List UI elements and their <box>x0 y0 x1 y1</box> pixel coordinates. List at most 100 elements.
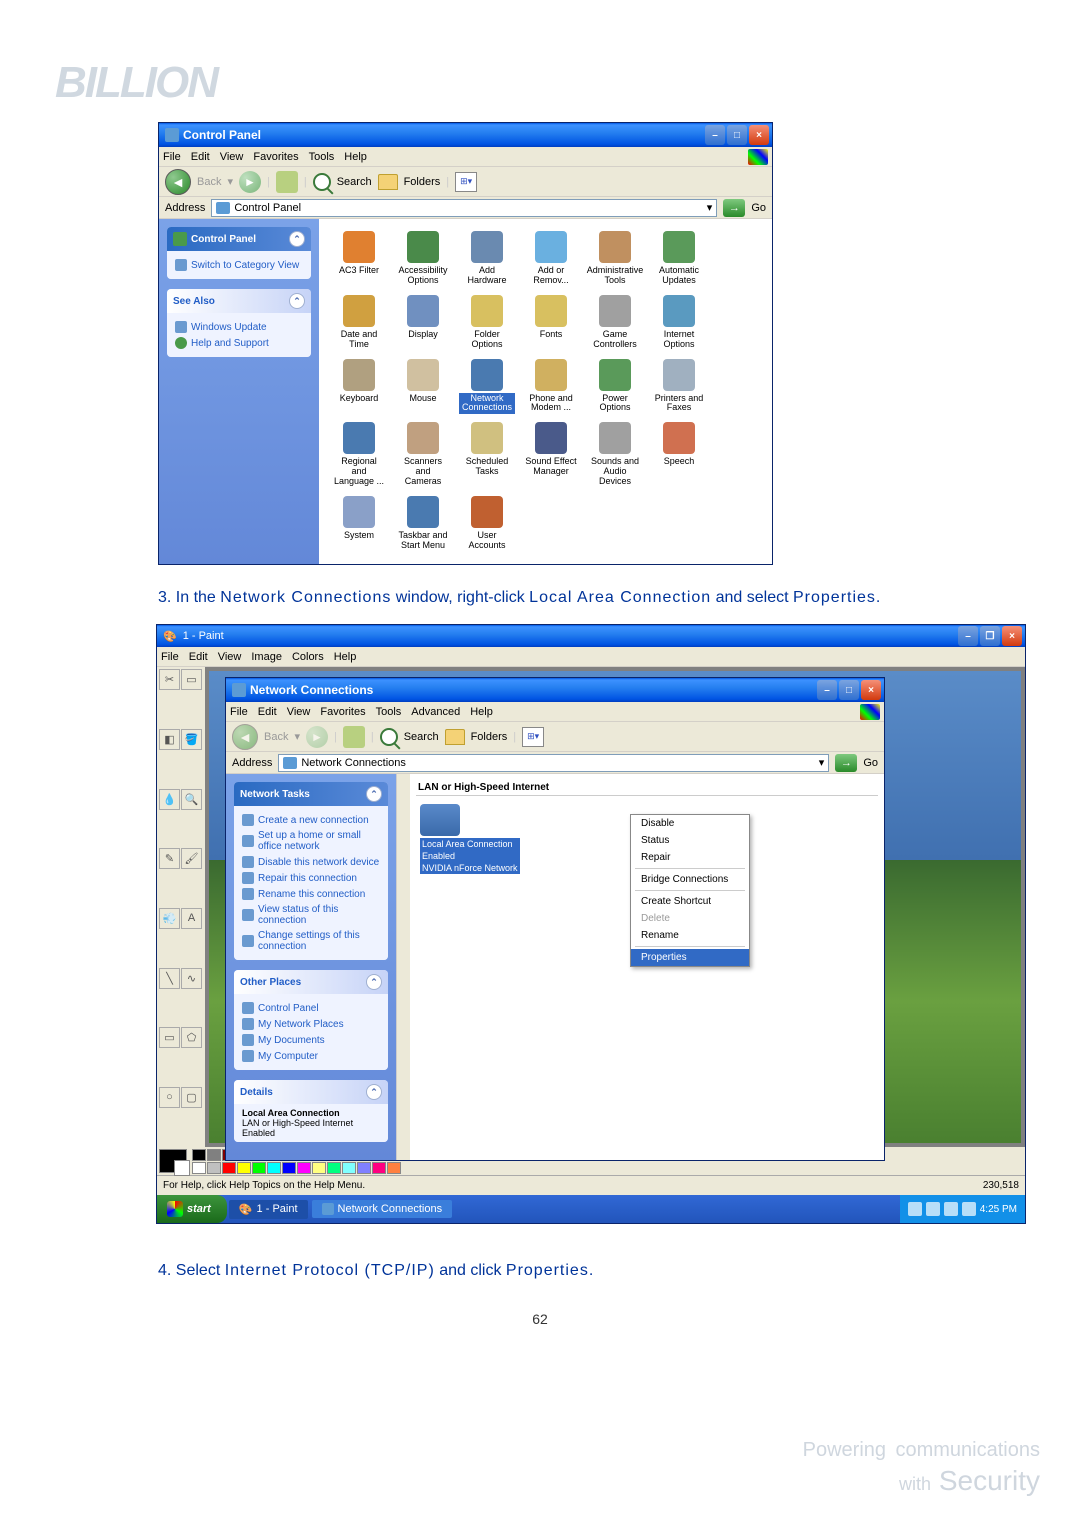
eraser-tool[interactable]: ◧ <box>159 729 180 750</box>
palette-color[interactable] <box>237 1162 251 1174</box>
task-link[interactable]: View status of this connection <box>242 902 380 928</box>
other-places-header[interactable]: Other Places ⌃ <box>234 970 388 994</box>
tray-icon[interactable] <box>926 1202 940 1216</box>
go-label[interactable]: Go <box>863 757 878 769</box>
menu-colors[interactable]: Colors <box>292 651 324 663</box>
select-tool[interactable]: ▭ <box>181 669 202 690</box>
collapse-icon[interactable]: ⌃ <box>289 293 305 309</box>
cp-item-keyboard[interactable]: Keyboard <box>329 357 389 417</box>
task-link[interactable]: Change settings of this connection <box>242 928 380 954</box>
address-input[interactable]: Control Panel ▾ <box>211 199 717 217</box>
views-button[interactable]: ⊞▾ <box>455 172 477 192</box>
palette-color[interactable] <box>222 1162 236 1174</box>
menu-tools[interactable]: Tools <box>376 706 402 718</box>
cp-item-administrative-tools[interactable]: Administrative Tools <box>585 229 645 289</box>
brush-tool[interactable]: 🖌 <box>181 848 202 869</box>
text-tool[interactable]: A <box>181 908 202 929</box>
task-network-connections[interactable]: Network Connections <box>312 1200 453 1218</box>
palette-color[interactable] <box>327 1162 341 1174</box>
paint-titlebar[interactable]: 🎨 1 - Paint – ❐ × <box>157 625 1025 647</box>
menu-view[interactable]: View <box>218 651 242 663</box>
context-item-bridge-connections[interactable]: Bridge Connections <box>631 871 749 888</box>
palette-color[interactable] <box>192 1149 206 1161</box>
clock[interactable]: 4:25 PM <box>980 1204 1017 1215</box>
palette-color[interactable] <box>207 1149 221 1161</box>
menu-favorites[interactable]: Favorites <box>253 151 298 163</box>
other-place-link[interactable]: My Computer <box>242 1048 380 1064</box>
context-item-repair[interactable]: Repair <box>631 849 749 866</box>
nc-titlebar[interactable]: Network Connections – □ × <box>226 678 884 702</box>
menu-view[interactable]: View <box>287 706 311 718</box>
cp-item-accessibility-options[interactable]: Accessibility Options <box>393 229 453 289</box>
minimize-button[interactable]: – <box>817 680 837 700</box>
menu-file[interactable]: File <box>230 706 248 718</box>
collapse-icon[interactable]: ⌃ <box>366 1084 382 1100</box>
menu-edit[interactable]: Edit <box>191 151 210 163</box>
palette-color[interactable] <box>342 1162 356 1174</box>
collapse-icon[interactable]: ⌃ <box>366 786 382 802</box>
collapse-icon[interactable]: ⌃ <box>366 974 382 990</box>
address-input[interactable]: Network Connections ▾ <box>278 754 829 772</box>
forward-button[interactable]: ► <box>239 171 261 193</box>
cp-item-folder-options[interactable]: Folder Options <box>457 293 517 353</box>
cp-item-ac3-filter[interactable]: AC3 Filter <box>329 229 389 289</box>
cp-item-regional-and-language-[interactable]: Regional and Language ... <box>329 420 389 490</box>
menu-file[interactable]: File <box>161 651 179 663</box>
menu-view[interactable]: View <box>220 151 244 163</box>
airbrush-tool[interactable]: 💨 <box>159 908 180 929</box>
cp-item-add-hardware[interactable]: Add Hardware <box>457 229 517 289</box>
search-icon[interactable] <box>313 173 331 191</box>
network-tasks-header[interactable]: Network Tasks ⌃ <box>234 782 388 806</box>
cp-item-internet-options[interactable]: Internet Options <box>649 293 709 353</box>
palette-color[interactable] <box>372 1162 386 1174</box>
task-link[interactable]: Set up a home or small office network <box>242 828 380 854</box>
palette-color[interactable] <box>312 1162 326 1174</box>
start-button[interactable]: start <box>157 1195 227 1223</box>
folders-icon[interactable] <box>445 729 465 745</box>
fill-tool[interactable]: 🪣 <box>181 729 202 750</box>
picker-tool[interactable]: 💧 <box>159 789 180 810</box>
pencil-tool[interactable]: ✎ <box>159 848 180 869</box>
close-button[interactable]: × <box>1002 626 1022 646</box>
minimize-button[interactable]: – <box>958 626 978 646</box>
rounded-rect-tool[interactable]: ▢ <box>181 1087 202 1108</box>
cp-item-fonts[interactable]: Fonts <box>521 293 581 353</box>
cp-item-taskbar-and-start-menu[interactable]: Taskbar and Start Menu <box>393 494 453 554</box>
forward-button[interactable]: ► <box>306 726 328 748</box>
see-also-header[interactable]: See Also ⌃ <box>167 289 311 313</box>
other-place-link[interactable]: My Network Places <box>242 1016 380 1032</box>
cp-item-scanners-and-cameras[interactable]: Scanners and Cameras <box>393 420 453 490</box>
go-button[interactable]: → <box>723 199 745 217</box>
help-support-link[interactable]: Help and Support <box>175 335 303 351</box>
freeform-select-tool[interactable]: ✂ <box>159 669 180 690</box>
context-item-status[interactable]: Status <box>631 832 749 849</box>
palette-color[interactable] <box>192 1162 206 1174</box>
ellipse-tool[interactable]: ○ <box>159 1087 180 1108</box>
local-area-connection-item[interactable]: Local Area Connection Enabled NVIDIA nFo… <box>416 800 524 878</box>
menu-advanced[interactable]: Advanced <box>411 706 460 718</box>
up-button[interactable] <box>276 171 298 193</box>
windows-update-link[interactable]: Windows Update <box>175 319 303 335</box>
polygon-tool[interactable]: ⬠ <box>181 1027 202 1048</box>
context-item-create-shortcut[interactable]: Create Shortcut <box>631 893 749 910</box>
switch-category-link[interactable]: Switch to Category View <box>175 257 303 273</box>
current-colors[interactable] <box>159 1149 187 1173</box>
menu-edit[interactable]: Edit <box>189 651 208 663</box>
back-button[interactable]: ◄ <box>232 724 258 750</box>
search-icon[interactable] <box>380 728 398 746</box>
palette-color[interactable] <box>297 1162 311 1174</box>
other-place-link[interactable]: My Documents <box>242 1032 380 1048</box>
menu-file[interactable]: File <box>163 151 181 163</box>
cp-item-printers-and-faxes[interactable]: Printers and Faxes <box>649 357 709 417</box>
rectangle-tool[interactable]: ▭ <box>159 1027 180 1048</box>
other-place-link[interactable]: Control Panel <box>242 1000 380 1016</box>
up-button[interactable] <box>343 726 365 748</box>
maximize-button[interactable]: □ <box>727 125 747 145</box>
tray-icon[interactable] <box>962 1202 976 1216</box>
cp-item-mouse[interactable]: Mouse <box>393 357 453 417</box>
palette-color[interactable] <box>267 1162 281 1174</box>
details-header[interactable]: Details ⌃ <box>234 1080 388 1104</box>
views-button[interactable]: ⊞▾ <box>522 727 544 747</box>
paint-canvas[interactable]: Network Connections – □ × File Edit View… <box>205 667 1025 1147</box>
folders-icon[interactable] <box>378 174 398 190</box>
